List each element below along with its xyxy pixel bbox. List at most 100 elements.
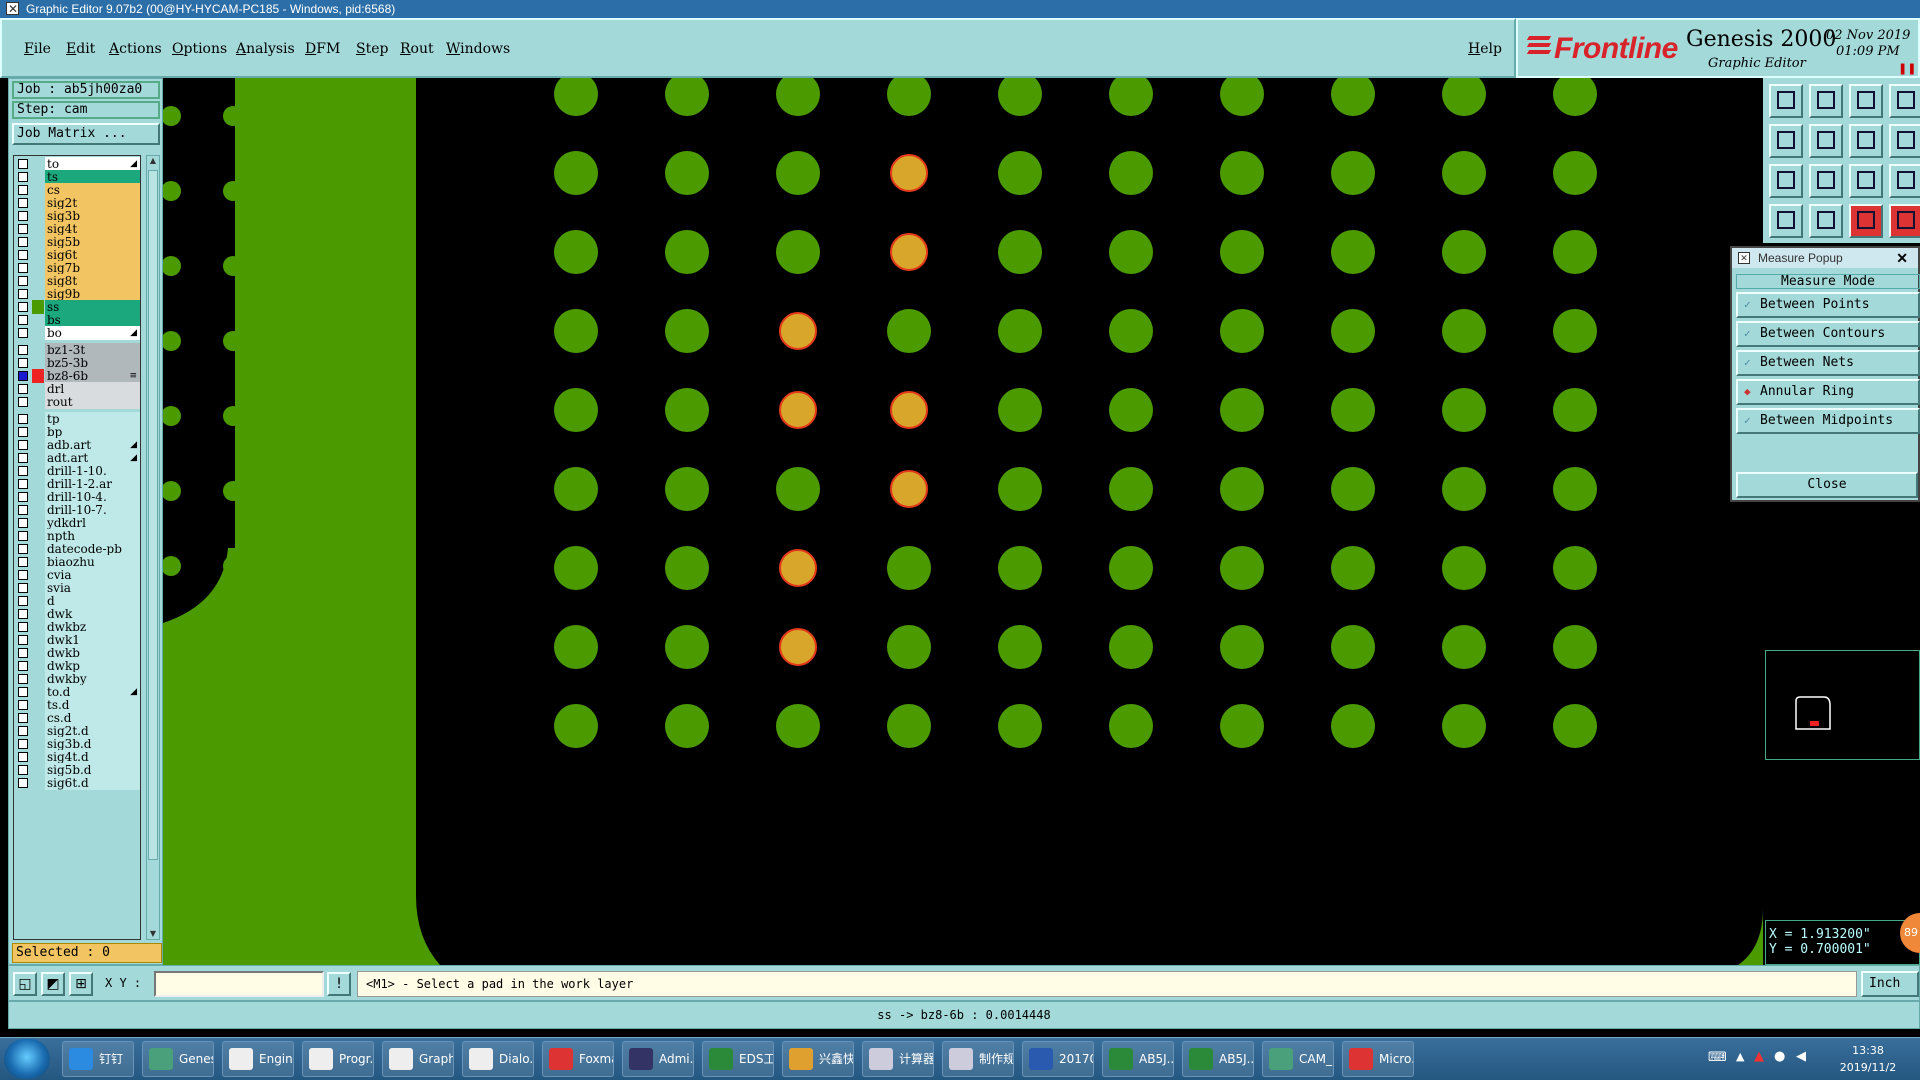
layer-checkbox[interactable] xyxy=(18,479,28,489)
pad[interactable] xyxy=(1331,467,1375,511)
pad[interactable] xyxy=(1553,78,1597,116)
taskbar-item[interactable]: Admi... xyxy=(622,1041,694,1077)
shield-icon[interactable]: ● xyxy=(1774,1049,1785,1064)
taskbar-item[interactable]: Micro... xyxy=(1342,1041,1414,1077)
layer-checkbox[interactable] xyxy=(18,159,28,169)
layer-name[interactable]: bz1-3t xyxy=(45,343,140,357)
layer-name[interactable]: sig2t.d xyxy=(45,724,140,738)
pad[interactable] xyxy=(665,467,709,511)
pad[interactable] xyxy=(554,309,598,353)
pad[interactable] xyxy=(887,78,931,116)
layer-name[interactable]: d xyxy=(45,594,140,608)
pad[interactable] xyxy=(1220,625,1264,669)
layer-name[interactable]: dwkby xyxy=(45,672,140,686)
edge-pad[interactable] xyxy=(163,481,181,501)
pad[interactable] xyxy=(1553,388,1597,432)
menu-edit[interactable]: Edit xyxy=(66,41,95,57)
pad[interactable] xyxy=(1109,625,1153,669)
pad[interactable] xyxy=(1331,151,1375,195)
pad[interactable] xyxy=(1442,546,1486,590)
layer-checkbox[interactable] xyxy=(18,557,28,567)
pad[interactable] xyxy=(1553,151,1597,195)
pad[interactable] xyxy=(1553,467,1597,511)
edge-pad[interactable] xyxy=(163,256,181,276)
layer-checkbox[interactable] xyxy=(18,328,28,338)
edge-pad[interactable] xyxy=(223,331,243,351)
edge-pad[interactable] xyxy=(223,406,243,426)
layer-checkbox[interactable] xyxy=(18,674,28,684)
pad[interactable] xyxy=(554,151,598,195)
pad[interactable] xyxy=(665,625,709,669)
taskbar-item[interactable]: Progr... xyxy=(302,1041,374,1077)
menu-dfm[interactable]: DFM xyxy=(305,41,340,57)
pad[interactable] xyxy=(665,78,709,116)
layer-name[interactable]: drill-1-2.ar xyxy=(45,477,140,491)
edge-pad[interactable] xyxy=(163,106,181,126)
pad[interactable] xyxy=(1442,467,1486,511)
layer-checkbox[interactable] xyxy=(18,427,28,437)
pad[interactable] xyxy=(1109,230,1153,274)
layer-name[interactable]: dwk1 xyxy=(45,633,140,647)
help-icon[interactable] xyxy=(1889,164,1920,198)
start-button[interactable] xyxy=(4,1039,50,1079)
taskbar-item[interactable]: CAM_... xyxy=(1262,1041,1334,1077)
pad[interactable] xyxy=(554,625,598,669)
pad[interactable] xyxy=(887,625,931,669)
layer-checkbox[interactable] xyxy=(18,739,28,749)
layer-name[interactable]: cs xyxy=(45,183,140,197)
pad[interactable] xyxy=(1442,704,1486,748)
layer-name[interactable]: drill-1-10. xyxy=(45,464,140,478)
pad[interactable] xyxy=(1220,467,1264,511)
layer-name[interactable]: sig5b.d xyxy=(45,763,140,777)
layer-checkbox[interactable] xyxy=(18,185,28,195)
layer-name[interactable]: adt.art xyxy=(45,451,140,465)
pad[interactable] xyxy=(1109,78,1153,116)
edge-pad[interactable] xyxy=(163,406,181,426)
pad[interactable] xyxy=(998,467,1042,511)
close-button[interactable]: Close xyxy=(1736,472,1918,498)
layer-row-bo[interactable]: bo ◢ xyxy=(14,326,140,341)
layer-name[interactable]: bp xyxy=(45,425,140,439)
angle-icon[interactable]: ◩ xyxy=(41,972,65,996)
layer-checkbox[interactable] xyxy=(18,263,28,273)
edge-pad[interactable] xyxy=(163,556,181,576)
edge-pad[interactable] xyxy=(223,256,243,276)
layer-name[interactable]: sig8t xyxy=(45,274,140,288)
pad[interactable] xyxy=(554,388,598,432)
selected-pad[interactable] xyxy=(779,549,817,587)
layer-checkbox[interactable] xyxy=(18,440,28,450)
pad[interactable] xyxy=(998,625,1042,669)
layer-checkbox[interactable] xyxy=(18,622,28,632)
units-selector[interactable]: Inch xyxy=(1861,971,1919,997)
pad[interactable] xyxy=(1331,625,1375,669)
layer-checkbox[interactable] xyxy=(18,570,28,580)
layer-name[interactable]: dwk xyxy=(45,607,140,621)
pad[interactable] xyxy=(998,78,1042,116)
pad[interactable] xyxy=(1220,78,1264,116)
layer-checkbox[interactable] xyxy=(18,687,28,697)
layer-name[interactable]: dwkbz xyxy=(45,620,140,634)
layer-name[interactable]: ydkdrl xyxy=(45,516,140,530)
scroll-up-icon[interactable]: ▲ xyxy=(148,156,158,166)
taskbar-item[interactable]: AB5J... xyxy=(1102,1041,1174,1077)
edge-pad[interactable] xyxy=(163,331,181,351)
measure-option-annular-ring[interactable]: ◆ Annular Ring xyxy=(1736,379,1920,405)
layer-checkbox[interactable] xyxy=(18,250,28,260)
network-icon[interactable]: ▲ xyxy=(1754,1049,1764,1064)
taskbar-item[interactable]: Genesis xyxy=(142,1041,214,1077)
keyboard-icon[interactable]: ⌨ xyxy=(1708,1050,1727,1065)
close-icon[interactable]: ✕ xyxy=(1896,248,1908,268)
pad[interactable] xyxy=(554,467,598,511)
selected-pad[interactable] xyxy=(779,312,817,350)
layer-name[interactable]: sig5b xyxy=(45,235,140,249)
layer-checkbox[interactable] xyxy=(18,371,28,381)
pad[interactable] xyxy=(998,546,1042,590)
layer-checkbox[interactable] xyxy=(18,544,28,554)
layer-checkbox[interactable] xyxy=(18,492,28,502)
layer-name[interactable]: ss xyxy=(45,300,140,314)
taskbar-item[interactable]: EDS工... xyxy=(702,1041,774,1077)
scroll-down-icon[interactable]: ▼ xyxy=(148,929,158,939)
layer-name[interactable]: rout xyxy=(45,395,140,409)
selected-pad[interactable] xyxy=(890,154,928,192)
layer-checkbox[interactable] xyxy=(18,778,28,788)
